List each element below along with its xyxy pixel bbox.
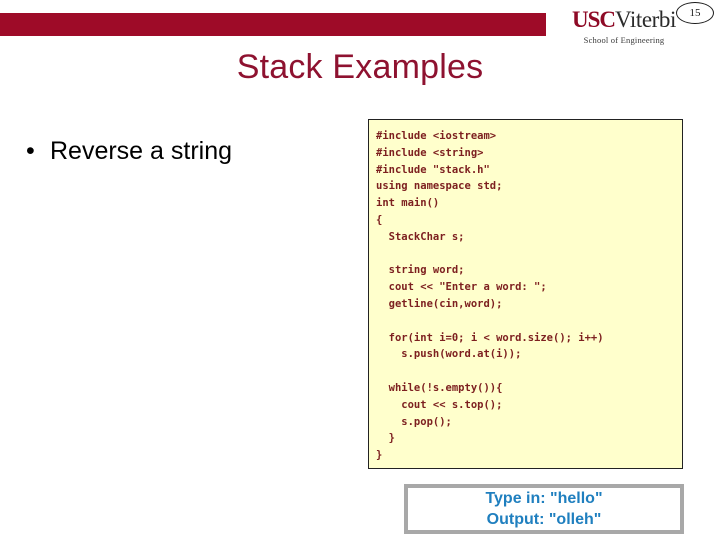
code-block: #include <iostream> #include <string> #inc…	[368, 119, 683, 469]
code-line: }	[376, 449, 383, 462]
code-line: }	[376, 432, 395, 445]
code-line: for(int i=0; i < word.size(); i++)	[376, 331, 604, 344]
list-item-label: Reverse a string	[50, 137, 233, 165]
code-line: int main()	[376, 197, 440, 210]
code-line: cout << s.top();	[376, 398, 503, 411]
page-number-label: 15	[689, 7, 701, 19]
code-line: #include <string>	[376, 146, 484, 159]
code-lines: #include <iostream> #include <string> #inc…	[376, 128, 682, 464]
code-line: StackChar s;	[376, 230, 465, 243]
code-line: cout << "Enter a word: ";	[376, 281, 547, 294]
code-line: string word;	[376, 264, 465, 277]
logo-viterbi-text: Viterbi	[615, 7, 676, 32]
page-title: Stack Examples	[236, 48, 484, 86]
header-accent-bar	[0, 13, 546, 36]
code-line: using namespace std;	[376, 180, 503, 193]
logo-usc-text: USC	[572, 7, 616, 32]
output-box: Type in: "hello" Output: "olleh"	[404, 484, 684, 534]
code-line: {	[376, 213, 383, 226]
code-line: #include <iostream>	[376, 130, 497, 142]
usc-viterbi-logo: USCViterbi School of Engineering	[556, 8, 692, 45]
logo-subtitle-text: School of Engineering	[583, 35, 665, 45]
code-line: #include "stack.h"	[376, 163, 490, 176]
output-line-result: Output: "olleh"	[486, 511, 602, 528]
page-number-badge: 15	[676, 2, 714, 24]
logo-wordmark: USCViterbi	[556, 8, 692, 31]
bullet-marker-icon: •	[26, 137, 35, 165]
code-line: while(!s.empty()){	[376, 381, 503, 394]
output-line-input: Type in: "hello"	[485, 489, 603, 507]
code-line: s.push(word.at(i));	[376, 348, 522, 361]
list-item: • Reverse a string	[26, 136, 346, 166]
bullet-list: • Reverse a string	[26, 136, 346, 166]
code-line: getline(cin,word);	[376, 297, 503, 310]
code-line: s.pop();	[376, 415, 452, 428]
